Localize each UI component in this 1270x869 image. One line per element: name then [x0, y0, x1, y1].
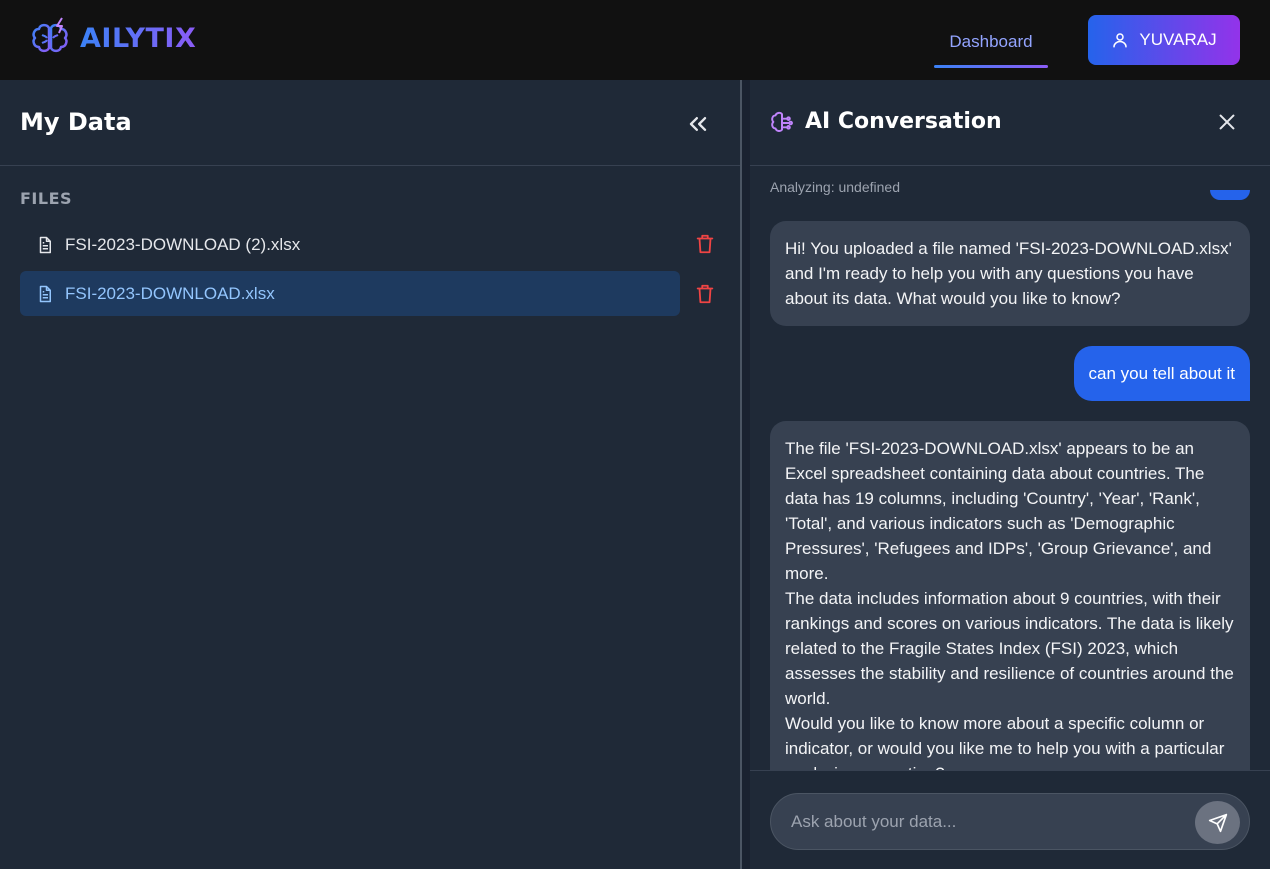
nav-tab-dashboard[interactable]: Dashboard: [934, 22, 1048, 68]
chat-input[interactable]: [770, 793, 1250, 850]
panel-title: My Data: [20, 108, 132, 136]
double-chevron-left-icon[interactable]: [684, 110, 712, 138]
previous-user-bubble-edge: [1210, 190, 1250, 200]
assistant-message: Hi! You uploaded a file named 'FSI-2023-…: [770, 221, 1250, 326]
user-message: can you tell about it: [1073, 346, 1250, 401]
message-text: can you tell about it: [1088, 364, 1235, 383]
file-item-selected[interactable]: FSI-2023-DOWNLOAD.xlsx: [20, 271, 680, 316]
background-content-sliver: [742, 80, 750, 869]
message-list[interactable]: Hi! You uploaded a file named 'FSI-2023-…: [750, 166, 1270, 770]
user-icon: [1113, 33, 1128, 48]
file-item[interactable]: FSI-2023-DOWNLOAD (2).xlsx: [20, 222, 680, 267]
message-paragraph: Would you like to know more about a spec…: [785, 714, 1225, 770]
send-button[interactable]: [1195, 801, 1240, 844]
chat-input-area: [750, 770, 1270, 869]
brand-name: AILYTIX: [80, 22, 197, 54]
analyzing-status: Analyzing: undefined: [770, 179, 900, 195]
close-icon[interactable]: [1216, 111, 1238, 133]
message-paragraph: The file 'FSI-2023-DOWNLOAD.xlsx' appear…: [785, 439, 1212, 583]
nav-tab-label: Dashboard: [949, 32, 1033, 51]
active-tab-indicator: [934, 65, 1048, 68]
brain-chat-icon: [771, 111, 793, 132]
user-menu-button[interactable]: YUVARAJ: [1088, 15, 1240, 65]
chat-title: AI Conversation: [805, 109, 1002, 134]
message-text: Hi! You uploaded a file named 'FSI-2023-…: [785, 239, 1232, 308]
file-name: FSI-2023-DOWNLOAD (2).xlsx: [65, 234, 301, 254]
file-icon: [39, 236, 51, 253]
file-icon: [39, 285, 51, 302]
trash-icon[interactable]: [694, 283, 716, 305]
my-data-panel: My Data FILES FSI-2023-DOWNLOAD (2).xlsx…: [0, 80, 740, 869]
my-data-header: My Data: [0, 80, 740, 166]
brand-logo[interactable]: AILYTIX: [30, 16, 196, 60]
top-navbar: AILYTIX Dashboard YUVARAJ: [0, 0, 1270, 80]
brain-icon: [32, 17, 68, 53]
file-name: FSI-2023-DOWNLOAD.xlsx: [65, 283, 275, 303]
send-icon: [1208, 813, 1227, 832]
message-paragraph: The data includes information about 9 co…: [785, 589, 1234, 708]
user-name: YUVARAJ: [1139, 30, 1217, 49]
chat-header: AI Conversation: [750, 80, 1270, 166]
files-section-label: FILES: [20, 189, 73, 208]
ai-conversation-panel: AI Conversation Hi! You uploaded a file …: [750, 80, 1270, 869]
trash-icon[interactable]: [694, 233, 716, 255]
assistant-message: The file 'FSI-2023-DOWNLOAD.xlsx' appear…: [770, 421, 1250, 770]
